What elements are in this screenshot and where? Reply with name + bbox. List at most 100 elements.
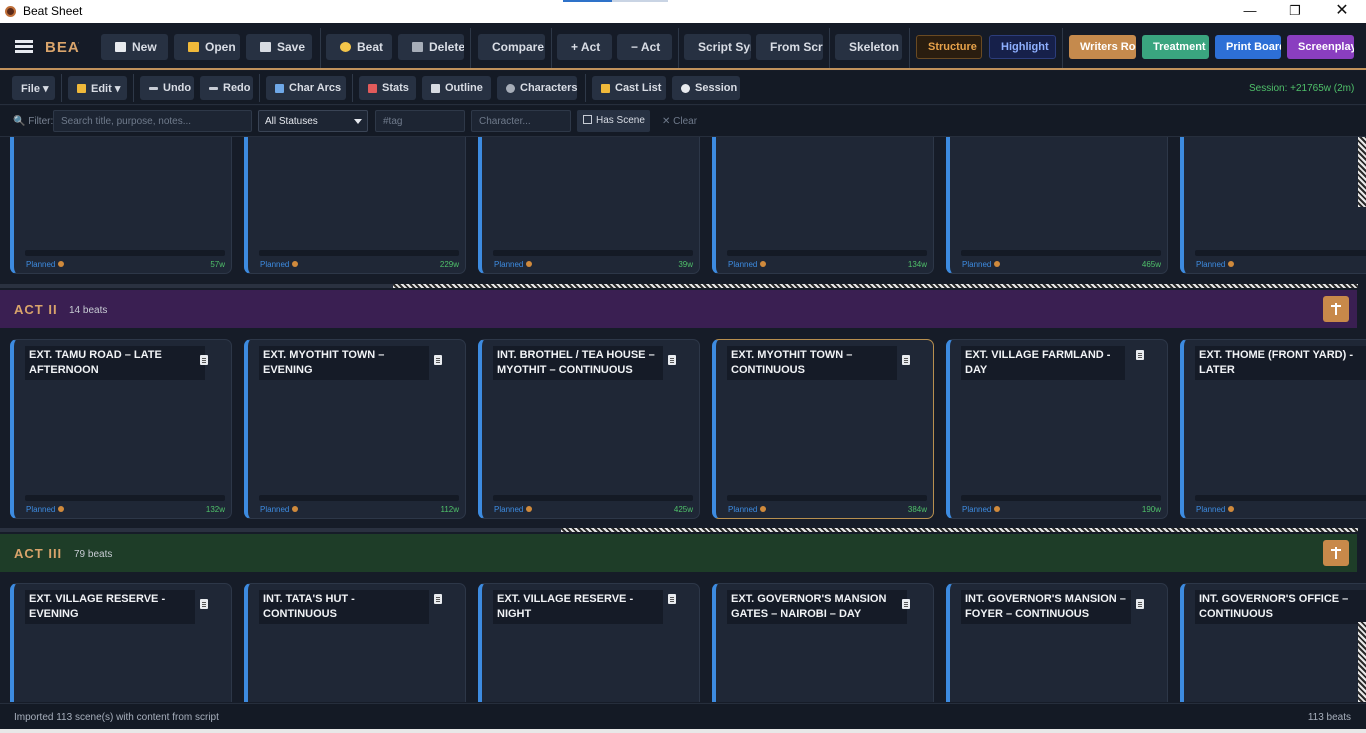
search-input[interactable]: Search title, purpose, notes... [53,110,252,132]
beat-card[interactable]: EXT. VILLAGE RESERVE - NIGHT [478,583,700,702]
title-accent [563,0,612,2]
status-dot [1228,261,1235,267]
print-board-button[interactable]: Print Board [1215,35,1281,59]
act-beat-count: 14 beats [69,305,108,316]
card-title: EXT. THOME (FRONT YARD) - LATER [1195,346,1366,380]
undo-button[interactable]: Undo [140,76,194,100]
cast-list-button[interactable]: Cast List [592,76,666,100]
act-header: ACT III 79 beats [0,534,1357,572]
beat-card[interactable]: EXT. GOVERNOR'S MANSION GATES – NAIROBI … [712,583,934,702]
stats-button[interactable]: Stats [359,76,416,100]
highlight-button[interactable]: Highlight [989,35,1056,59]
remove-act-button[interactable]: − Act [617,34,672,60]
beat-card[interactable]: INT. GOVERNOR'S OFFICE – CONTINUOUS [1180,583,1366,702]
document-icon [434,594,442,604]
beat-card[interactable]: EXT. MYOTHIT TOWN – EVENING Planned 112w [244,339,466,519]
beat-card-selected[interactable]: EXT. MYOTHIT TOWN – CONTINUOUS Planned 3… [712,339,934,519]
status-message: Imported 113 scene(s) with content from … [14,712,219,723]
document-icon [902,355,910,365]
status-dot [526,261,533,267]
add-beat-button[interactable] [1323,296,1349,322]
beat-card[interactable]: Planned 465w [946,137,1168,274]
card-progress-bar [25,495,225,501]
toolbar-divider [61,74,62,102]
script-sync-button[interactable]: Script Sync [684,34,751,60]
status-dot [292,261,299,267]
card-progress-bar [1195,250,1366,256]
save-button[interactable]: Save [246,34,312,60]
total-beats: 113 beats [1307,712,1351,723]
beat-card[interactable]: INT. TATA'S HUT - CONTINUOUS [244,583,466,702]
session-button[interactable]: Session [672,76,740,100]
status-dot [994,261,1001,267]
add-beat-button[interactable] [1323,540,1349,566]
writers-room-button[interactable]: Writers Room [1069,35,1136,59]
from-script-button[interactable]: From Script [756,34,823,60]
card-progress-bar [259,495,459,501]
beat-card[interactable]: EXT. THOME (FRONT YARD) - LATER Planned [1180,339,1366,519]
add-beat-button[interactable]: Beat [326,34,392,60]
beat-card[interactable]: EXT. VILLAGE RESERVE - EVENING [10,583,232,702]
beat-card[interactable]: EXT. VILLAGE FARMLAND - DAY Planned 190w [946,339,1168,519]
char-arcs-button[interactable]: Char Arcs [266,76,346,100]
delete-button[interactable]: Delete [398,34,464,60]
vertical-scrollbar[interactable] [1358,137,1366,207]
card-progress-bar [727,495,927,501]
card-word-count: 384w [907,505,927,514]
beat-card[interactable]: Planned 39w [478,137,700,274]
beat-card[interactable]: INT. GOVERNOR'S MANSION – FOYER – CONTIN… [946,583,1168,702]
undo-icon [149,86,158,90]
character-input[interactable]: Character... [471,110,571,132]
add-act-button[interactable]: + Act [557,34,612,60]
card-title: INT. GOVERNOR'S OFFICE – CONTINUOUS [1195,590,1366,624]
card-status: Planned [26,505,65,514]
edit-menu[interactable]: Edit ▾ [68,76,127,100]
horizontal-scroll-track [0,284,393,288]
card-word-count: 134w [907,260,927,269]
minimize-button[interactable]: — [1227,0,1273,23]
beat-card[interactable]: Planned 57w [10,137,232,274]
card-title: EXT. GOVERNOR'S MANSION GATES – NAIROBI … [727,590,907,624]
act-beat-count: 79 beats [74,549,113,560]
beat-card[interactable]: Planned [1180,137,1366,274]
skeleton-button[interactable]: Skeleton [835,34,902,60]
beat-card[interactable]: EXT. TAMU ROAD – LATE AFTERNOON Planned … [10,339,232,519]
characters-button[interactable]: Characters [497,76,577,100]
vertical-scrollbar[interactable] [1358,622,1366,702]
redo-button[interactable]: Redo [200,76,253,100]
tag-input[interactable]: #tag [375,110,465,132]
app-icon [5,6,16,17]
file-menu[interactable]: File ▾ [12,76,55,100]
beat-card[interactable]: Planned 229w [244,137,466,274]
status-dot [58,506,65,512]
status-dot [994,506,1001,512]
horizontal-scrollbar[interactable] [561,528,1358,532]
screenplay-button[interactable]: Screenplay [1287,35,1354,59]
beat-card[interactable]: INT. BROTHEL / TEA HOUSE – MYOTHIT – CON… [478,339,700,519]
document-icon [200,355,208,365]
beat-card[interactable]: Planned 134w [712,137,934,274]
card-status: Planned [494,505,533,514]
close-window-button[interactable]: ✕ [1319,0,1365,23]
outline-button[interactable]: Outline [422,76,491,100]
card-progress-bar [493,250,693,256]
structure-button[interactable]: Structure [916,35,982,59]
maximize-button[interactable]: ❐ [1272,0,1318,23]
horizontal-scrollbar[interactable] [393,284,1358,288]
has-scene-toggle[interactable]: Has Scene [577,110,650,132]
treatment-button[interactable]: Treatment [1142,35,1209,59]
compare-button[interactable]: Compare [478,34,545,60]
status-select[interactable]: All Statuses [258,110,368,132]
toolbar-divider [909,28,910,68]
document-icon [668,355,676,365]
clear-filter-button[interactable]: ✕ Clear [662,116,697,127]
card-title: EXT. MYOTHIT TOWN – EVENING [259,346,429,380]
card-title: EXT. VILLAGE RESERVE - NIGHT [493,590,663,624]
clapperboard-icon [15,40,33,54]
toolbar-divider [470,28,471,68]
card-title: INT. TATA'S HUT - CONTINUOUS [259,590,429,624]
open-button[interactable]: Open [174,34,240,60]
new-button[interactable]: New [101,34,168,60]
card-status: Planned [1196,260,1235,269]
session-word-count: Session: +21765w (2m) [1249,83,1355,94]
